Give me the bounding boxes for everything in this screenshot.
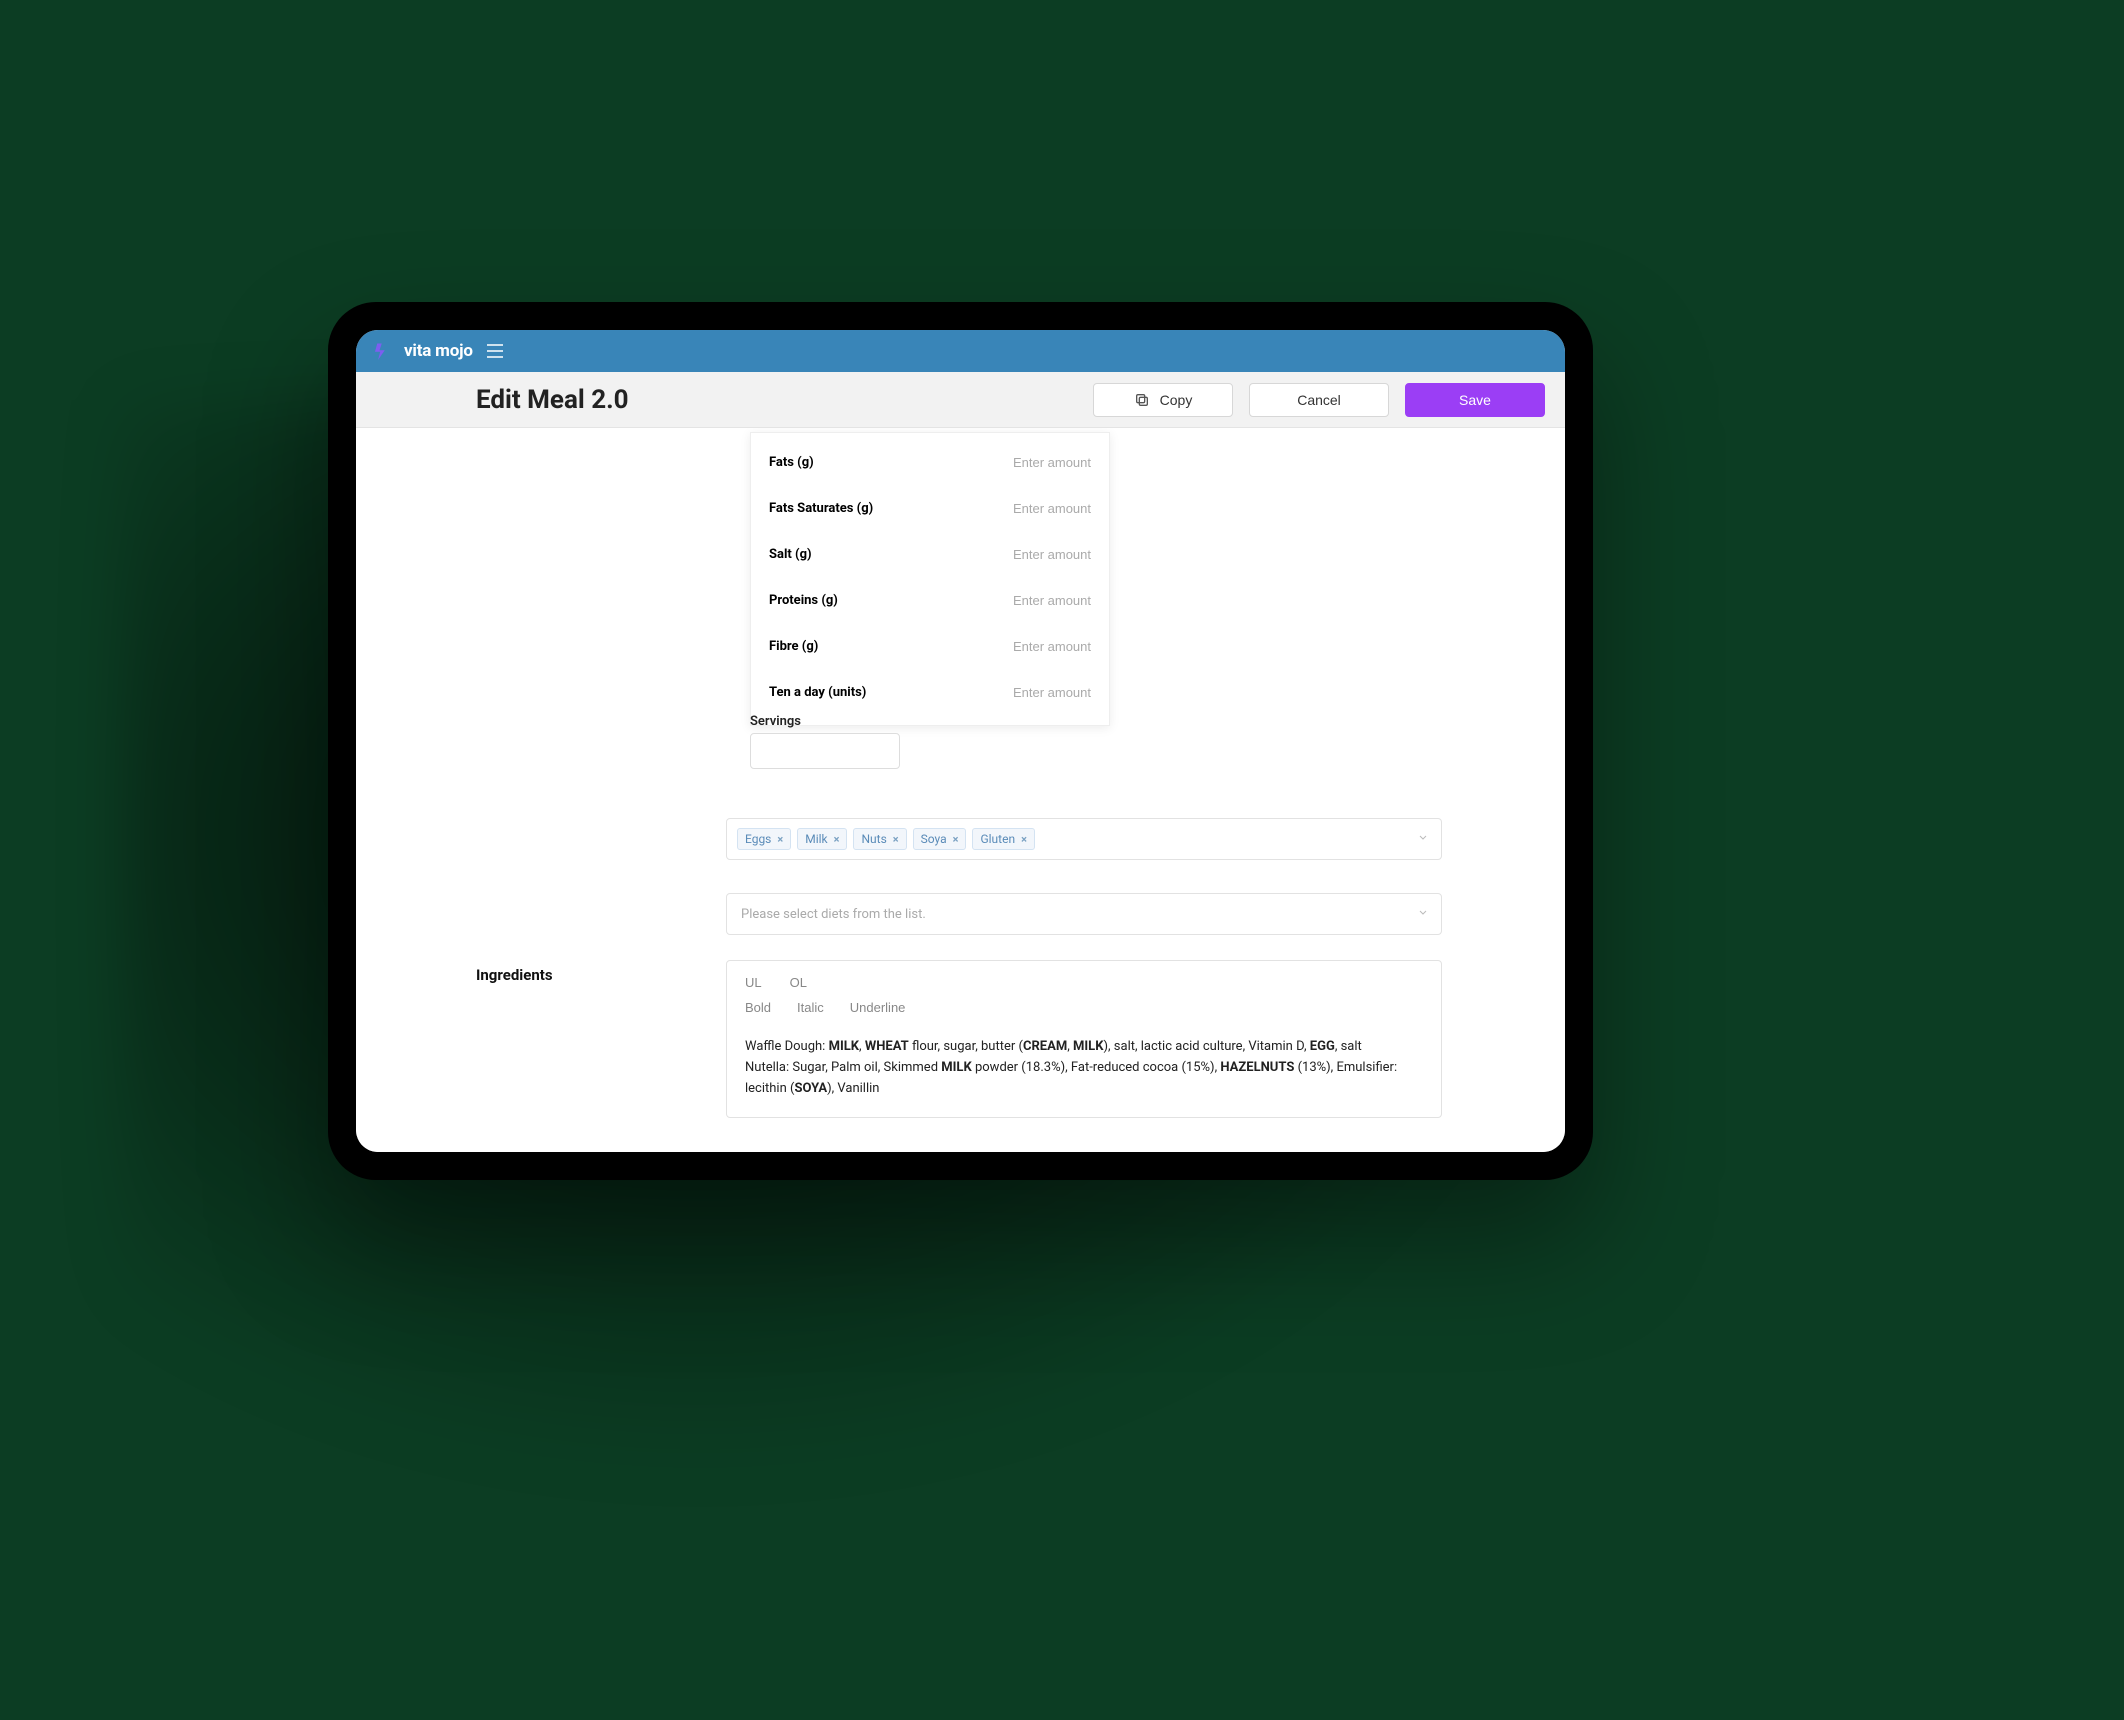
- ingredient-bold-text: CREAM: [1023, 1039, 1067, 1054]
- allergen-tag: Eggs ×: [737, 828, 791, 850]
- content-area: Fats (g) Fats Saturates (g) Salt (g) Protei…: [356, 428, 1565, 1152]
- servings-label: Servings: [750, 714, 900, 729]
- nutrient-input[interactable]: [981, 455, 1091, 470]
- topbar: vita mojo: [356, 330, 1565, 372]
- ingredient-text: Waffle Dough:: [745, 1039, 829, 1054]
- nutrient-row: Fibre (g): [769, 623, 1091, 669]
- copy-button-label: Copy: [1160, 392, 1193, 408]
- allergen-tag-label: Nuts: [861, 832, 886, 846]
- remove-tag-icon[interactable]: ×: [1021, 833, 1027, 846]
- nutrient-input[interactable]: [981, 501, 1091, 516]
- brand-logo-icon: [372, 342, 390, 360]
- ingredient-text: powder (18.3%), Fat-reduced cocoa (15%),: [972, 1060, 1221, 1075]
- allergen-tag-label: Soya: [921, 832, 947, 846]
- diets-placeholder: Please select diets from the list.: [737, 907, 926, 922]
- chevron-down-icon: [1417, 907, 1429, 922]
- nutrient-row: Ten a day (units): [769, 669, 1091, 715]
- remove-tag-icon[interactable]: ×: [834, 833, 840, 846]
- ingredient-bold-text: WHEAT: [865, 1039, 909, 1054]
- editor-ul-button[interactable]: UL: [745, 973, 762, 992]
- allergen-tag-label: Gluten: [980, 832, 1015, 846]
- nutrient-label: Fats Saturates (g): [769, 501, 873, 516]
- app-screen: vita mojo Edit Meal 2.0 Copy: [356, 330, 1565, 1152]
- copy-icon: [1134, 392, 1150, 408]
- nutrient-input[interactable]: [981, 593, 1091, 608]
- editor-underline-button[interactable]: Underline: [850, 998, 906, 1017]
- editor-toolbar-lists: UL OL: [727, 961, 1441, 996]
- nutrient-label: Proteins (g): [769, 593, 838, 608]
- nutrient-row: Salt (g): [769, 531, 1091, 577]
- nutrient-row: Proteins (g): [769, 577, 1091, 623]
- save-button[interactable]: Save: [1405, 383, 1545, 417]
- ingredient-text: ), salt, lactic acid culture, Vitamin D,: [1103, 1039, 1309, 1054]
- cancel-button-label: Cancel: [1297, 392, 1341, 408]
- nutrient-row: Fats Saturates (g): [769, 485, 1091, 531]
- brand-name: vita mojo: [404, 341, 473, 361]
- nutrient-input[interactable]: [981, 685, 1091, 700]
- nutrient-row: Fats (g): [769, 439, 1091, 485]
- editor-bold-button[interactable]: Bold: [745, 998, 771, 1017]
- save-button-label: Save: [1459, 392, 1491, 408]
- nutrient-input[interactable]: [981, 547, 1091, 562]
- ingredient-bold-text: HAZELNUTS: [1220, 1060, 1294, 1075]
- allergen-tag-label: Milk: [805, 832, 827, 846]
- nutrient-label: Ten a day (units): [769, 685, 866, 700]
- nutrient-label: Fibre (g): [769, 639, 818, 654]
- editor-ol-button[interactable]: OL: [790, 973, 807, 992]
- nutrient-input[interactable]: [981, 639, 1091, 654]
- ingredient-bold-text: MILK: [941, 1060, 971, 1075]
- diets-select[interactable]: Please select diets from the list.: [726, 893, 1442, 935]
- ingredient-bold-text: MILK: [829, 1039, 859, 1054]
- ingredient-text: Nutella: Sugar, Palm oil, Skimmed: [745, 1060, 941, 1075]
- allergens-select[interactable]: Eggs × Milk × Nuts × Soya × Gluten ×: [726, 818, 1442, 860]
- ingredient-text: flour, sugar, butter (: [909, 1039, 1023, 1054]
- ingredient-bold-text: EGG: [1310, 1039, 1335, 1054]
- allergen-tag: Soya ×: [913, 828, 967, 850]
- ingredient-bold-text: SOYA: [794, 1081, 827, 1096]
- ingredients-editor: UL OL Bold Italic Underline Waffle Dough…: [726, 960, 1442, 1118]
- allergen-tag: Milk ×: [797, 828, 847, 850]
- ingredient-text: , salt: [1335, 1039, 1362, 1054]
- nutrient-label: Salt (g): [769, 547, 812, 562]
- allergen-tag: Gluten ×: [972, 828, 1034, 850]
- nutrients-card: Fats (g) Fats Saturates (g) Salt (g) Protei…: [750, 432, 1110, 726]
- action-bar: Edit Meal 2.0 Copy Cancel Save: [356, 372, 1565, 428]
- ingredient-bold-text: MILK: [1073, 1039, 1103, 1054]
- remove-tag-icon[interactable]: ×: [777, 833, 783, 846]
- allergen-tag-label: Eggs: [745, 832, 771, 846]
- ingredients-editor-body[interactable]: Waffle Dough: MILK, WHEAT flour, sugar, …: [727, 1027, 1441, 1117]
- tablet-frame: vita mojo Edit Meal 2.0 Copy: [328, 302, 1593, 1180]
- editor-italic-button[interactable]: Italic: [797, 998, 824, 1017]
- copy-button[interactable]: Copy: [1093, 383, 1233, 417]
- chevron-down-icon: [1417, 832, 1429, 847]
- remove-tag-icon[interactable]: ×: [893, 833, 899, 846]
- ingredients-section-label: Ingredients: [476, 966, 553, 984]
- cancel-button[interactable]: Cancel: [1249, 383, 1389, 417]
- ingredient-text: ), Vanillin: [827, 1081, 879, 1096]
- menu-icon[interactable]: [487, 339, 511, 363]
- allergen-tag: Nuts ×: [853, 828, 906, 850]
- servings-block: Servings: [750, 714, 900, 769]
- editor-toolbar-format: Bold Italic Underline: [727, 996, 1441, 1027]
- servings-input[interactable]: [750, 733, 900, 769]
- nutrient-label: Fats (g): [769, 455, 814, 470]
- page-title: Edit Meal 2.0: [476, 385, 629, 415]
- remove-tag-icon[interactable]: ×: [953, 833, 959, 846]
